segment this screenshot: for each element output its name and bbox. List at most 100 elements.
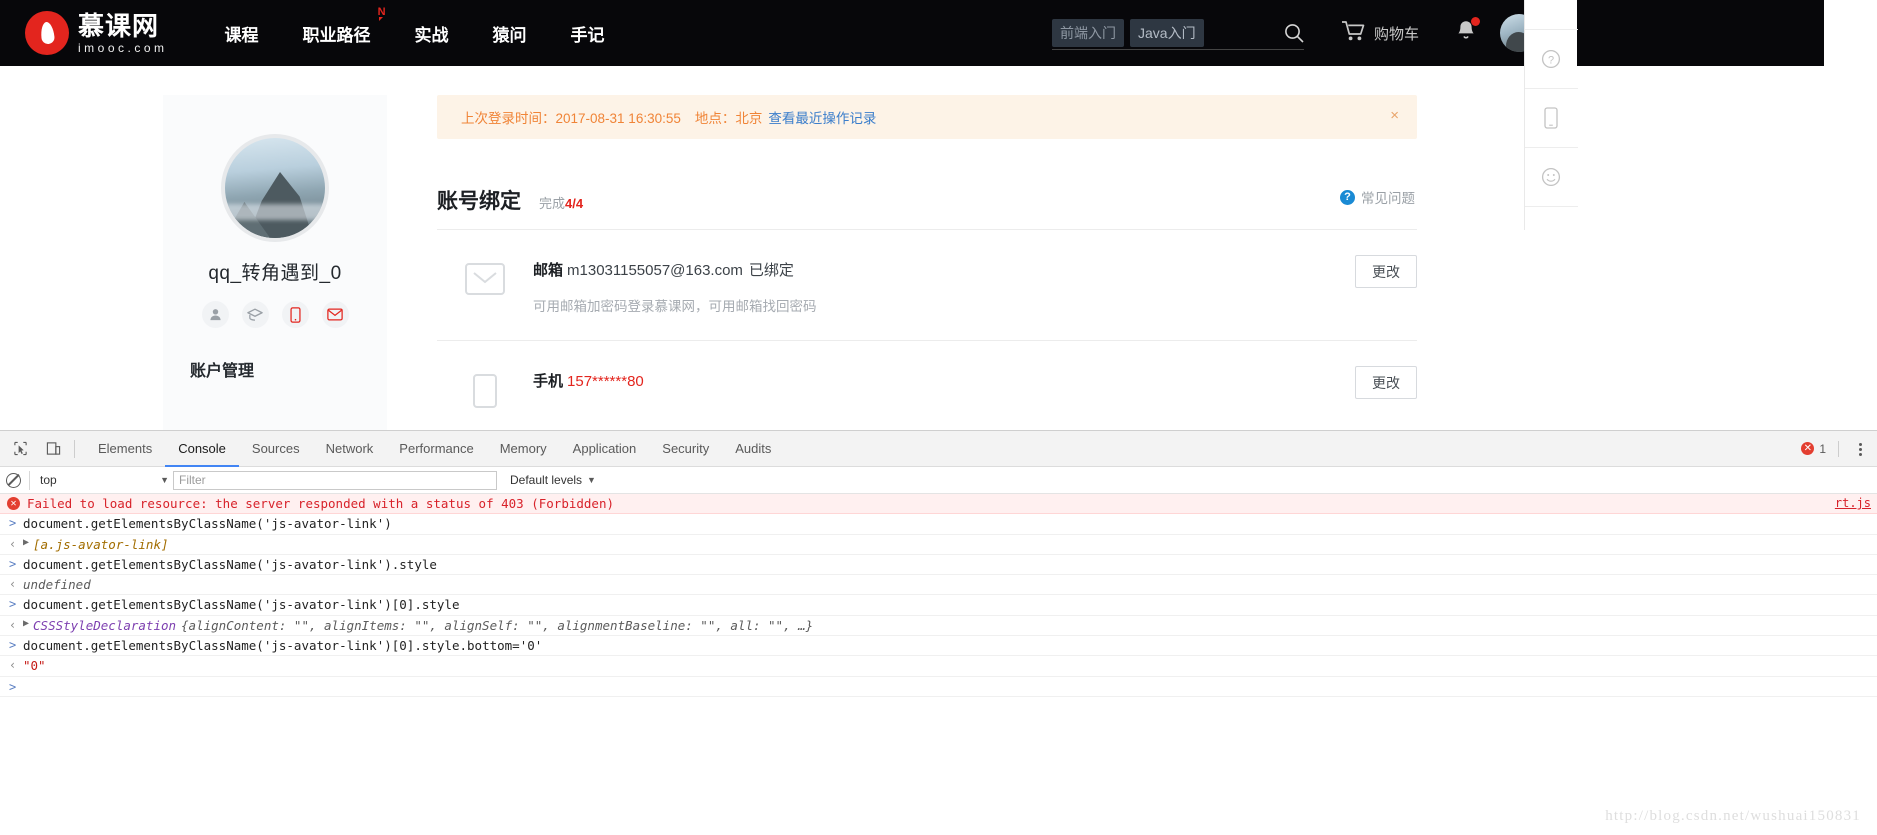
tab-performance[interactable]: Performance xyxy=(386,431,486,467)
error-count: 1 xyxy=(1819,441,1826,456)
devtools-menu-icon[interactable] xyxy=(1851,439,1869,458)
devtools-tabbar: Elements Console Sources Network Perform… xyxy=(0,431,1877,467)
levels-label: Default levels xyxy=(510,473,583,487)
rail-top-item[interactable] xyxy=(1524,0,1578,30)
cart-button[interactable]: 购物车 xyxy=(1341,20,1419,47)
profile-sidebar: qq_转角遇到_0 账户管理 xyxy=(163,95,387,430)
console-input-row[interactable]: > document.getElementsByClassName('js-av… xyxy=(0,514,1877,535)
clear-console-icon[interactable] xyxy=(6,472,21,488)
notice-login-time: 上次登录时间：2017-08-31 16:30:55 xyxy=(461,111,681,126)
console-result-row[interactable]: ‹ ▶ [a.js-avator-link] xyxy=(0,535,1877,555)
binding-section-header: 账号绑定 完成4/4 ? 常见问题 xyxy=(437,185,1417,215)
console-result-row[interactable]: ‹ undefined xyxy=(0,575,1877,596)
person-icon[interactable] xyxy=(201,301,229,328)
console-input-text: document.getElementsByClassName('js-avat… xyxy=(23,597,460,613)
change-phone-button[interactable]: 更改 xyxy=(1355,366,1417,399)
progress-value: 4/4 xyxy=(565,196,584,211)
console-filter-input[interactable] xyxy=(173,470,497,490)
profile-username: qq_转角遇到_0 xyxy=(208,263,342,284)
console-result-row[interactable]: ‹ "0" xyxy=(0,656,1877,677)
graduation-icon[interactable] xyxy=(241,301,269,328)
avatar[interactable] xyxy=(221,134,329,242)
phone-icon[interactable] xyxy=(281,301,309,328)
search-icon[interactable] xyxy=(1283,22,1305,49)
log-levels-select[interactable]: Default levels ▼ xyxy=(510,473,596,487)
tab-network[interactable]: Network xyxy=(313,431,387,467)
row-title: 邮箱 m13031155057@163.com 已绑定 xyxy=(533,259,1417,280)
error-count-badge[interactable]: ✕ 1 xyxy=(1801,442,1826,456)
envelope-icon[interactable] xyxy=(321,301,349,328)
close-icon[interactable]: × xyxy=(1390,108,1399,123)
tab-sources[interactable]: Sources xyxy=(239,431,313,467)
row-state: 已绑定 xyxy=(748,262,794,279)
help-icon[interactable]: ? xyxy=(1524,30,1578,89)
console-error-text: Failed to load resource: the server resp… xyxy=(27,496,614,511)
notifications-button[interactable] xyxy=(1455,17,1480,48)
mail-icon xyxy=(437,259,533,295)
devtools-panel: Elements Console Sources Network Perform… xyxy=(0,430,1877,835)
console-prompt-row[interactable]: > xyxy=(0,677,1877,697)
console-result-row[interactable]: ‹ ▶ CSSStyleDeclaration {alignContent: "… xyxy=(0,616,1877,637)
page-title: 账号绑定 xyxy=(437,190,521,213)
console-input-text: document.getElementsByClassName('js-avat… xyxy=(23,638,543,654)
output-marker-icon: ‹ xyxy=(9,617,17,632)
faq-label: 常见问题 xyxy=(1361,191,1415,206)
console-input-row[interactable]: > document.getElementsByClassName('js-av… xyxy=(0,595,1877,616)
console-input-row[interactable]: > document.getElementsByClassName('js-av… xyxy=(0,636,1877,657)
error-icon: ✕ xyxy=(7,497,20,510)
console-input-row[interactable]: > document.getElementsByClassName('js-av… xyxy=(0,555,1877,576)
nav-item-practice[interactable]: 实战 xyxy=(413,15,451,52)
error-icon: ✕ xyxy=(1801,442,1815,455)
web-page: 慕课网 imooc.com 课程 职业路径 N 实战 猿问 手记 前端入门 Ja… xyxy=(0,0,1877,430)
row-value: 157******80 xyxy=(567,373,644,390)
row-description: 可用邮箱加密码登录慕课网，可用邮箱找回密码 xyxy=(533,299,817,314)
notice-history-link[interactable]: 查看最近操作记录 xyxy=(768,107,876,127)
logo-text-en: imooc.com xyxy=(78,40,168,55)
tab-security[interactable]: Security xyxy=(649,431,722,467)
output-marker-icon: ‹ xyxy=(9,577,17,592)
mobile-app-icon[interactable] xyxy=(1524,89,1578,148)
nav-item-qa[interactable]: 猿问 xyxy=(491,15,529,52)
screen: 慕课网 imooc.com 课程 职业路径 N 实战 猿问 手记 前端入门 Ja… xyxy=(0,0,1877,835)
console-input-text: document.getElementsByClassName('js-avat… xyxy=(23,516,392,532)
tab-application[interactable]: Application xyxy=(560,431,650,467)
mobile-icon xyxy=(437,370,533,408)
row-value: m13031155057@163.com xyxy=(567,262,743,279)
console-result-text: [a.js-avator-link] xyxy=(33,536,169,552)
nav-label: 课程 xyxy=(224,25,259,45)
console-error-row[interactable]: ✕ Failed to load resource: the server re… xyxy=(0,494,1877,515)
expand-triangle-icon[interactable]: ▶ xyxy=(23,618,29,629)
console-source-link[interactable]: rt.js xyxy=(1835,496,1871,510)
console-filter-bar: top ▼ Default levels ▼ xyxy=(0,467,1877,494)
search-tag-java[interactable]: Java入门 xyxy=(1130,18,1204,47)
nav-item-notes[interactable]: 手记 xyxy=(569,15,607,52)
new-badge: N xyxy=(377,5,386,21)
tab-elements[interactable]: Elements xyxy=(85,431,165,467)
search-tag-frontend[interactable]: 前端入门 xyxy=(1052,18,1124,47)
toggle-device-toolbar-icon[interactable] xyxy=(40,436,66,462)
console-input-text: document.getElementsByClassName('js-avat… xyxy=(23,556,437,572)
tab-audits[interactable]: Audits xyxy=(722,431,784,467)
main-nav: 课程 职业路径 N 实战 猿问 手记 xyxy=(223,6,647,52)
faq-link[interactable]: ? 常见问题 xyxy=(1340,187,1415,207)
site-logo[interactable]: 慕课网 imooc.com xyxy=(25,11,168,55)
console-result-text: "0" xyxy=(23,658,46,674)
chevron-down-icon: ▼ xyxy=(160,475,169,485)
change-email-button[interactable]: 更改 xyxy=(1355,255,1417,288)
question-icon: ? xyxy=(1340,189,1355,205)
tab-memory[interactable]: Memory xyxy=(487,431,560,467)
input-marker-icon: > xyxy=(9,638,17,653)
expand-triangle-icon[interactable]: ▶ xyxy=(23,537,29,548)
cart-label: 购物车 xyxy=(1374,26,1420,43)
tab-console[interactable]: Console xyxy=(165,431,239,467)
nav-item-career-path[interactable]: 职业路径 N xyxy=(301,6,386,52)
search-input[interactable]: 前端入门 Java入门 xyxy=(1052,16,1304,50)
profile-badges xyxy=(163,301,387,328)
row-title: 手机 157******80 xyxy=(533,370,1417,391)
inspect-element-icon[interactable] xyxy=(7,436,33,462)
sidebar-section-title: 账户管理 xyxy=(190,363,255,380)
logo-text-cn: 慕课网 xyxy=(78,10,160,41)
nav-item-courses[interactable]: 课程 xyxy=(223,15,261,52)
execution-context-select[interactable]: top ▼ xyxy=(29,470,169,490)
feedback-icon[interactable] xyxy=(1524,148,1578,207)
